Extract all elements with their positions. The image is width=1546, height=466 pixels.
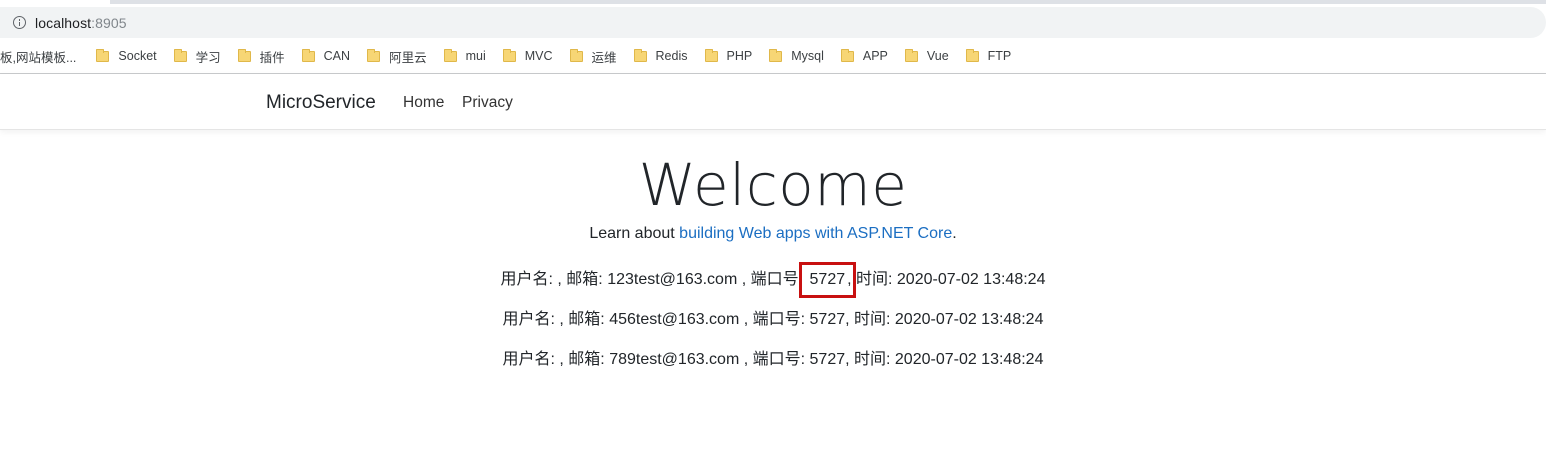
row-port: 5727 — [809, 311, 846, 328]
url-port: :8905 — [91, 14, 127, 31]
bookmark-folder-mui[interactable]: mui — [443, 48, 486, 63]
row-port: 5727 — [809, 351, 846, 368]
row-prefix: 用户名: , 邮箱: 123test@163.com , 端口号: — [500, 271, 808, 288]
bookmark-label: APP — [862, 49, 888, 63]
url-host: localhost — [35, 14, 92, 31]
row-suffix: , 时间: 2020-07-02 13:48:24 — [845, 351, 1044, 368]
bookmark-folder-can[interactable]: CAN — [301, 48, 351, 63]
url-text[interactable]: localhost:8905 — [35, 15, 127, 31]
bookmark-label: Socket — [118, 49, 157, 63]
bookmark-folder-ops[interactable]: 运维 — [569, 47, 617, 66]
folder-icon — [367, 48, 381, 62]
bookmark-folder-app[interactable]: APP — [840, 48, 888, 63]
folder-icon — [502, 48, 516, 62]
folder-icon — [96, 48, 110, 62]
row-prefix: 用户名: , 邮箱: 789test@163.com , 端口号: — [502, 351, 810, 368]
user-info-row: 用户名: , 邮箱: 123test@163.com , 端口号: 5727, … — [0, 262, 1546, 298]
browser-tab-strip — [0, 0, 1546, 7]
folder-icon — [569, 48, 583, 62]
row-suffix: , 时间: 2020-07-02 13:48:24 — [847, 271, 1046, 288]
learn-suffix: . — [952, 225, 957, 242]
row-prefix: 用户名: , 邮箱: 456test@163.com , 端口号: — [502, 311, 810, 328]
folder-icon — [237, 48, 251, 62]
aspnet-docs-link[interactable]: building Web apps with ASP.NET Core — [679, 225, 952, 242]
bookmark-label: 插件 — [259, 50, 285, 65]
bookmark-label: FTP — [987, 49, 1012, 63]
site-navbar: MicroService Home Privacy — [0, 74, 1546, 130]
tab-edge — [110, 0, 1546, 4]
bookmark-folder-php[interactable]: PHP — [704, 48, 753, 63]
bookmark-label: PHP — [726, 49, 753, 63]
address-bar[interactable]: localhost:8905 — [0, 7, 1546, 38]
bookmark-label: MVC — [524, 49, 553, 63]
bookmarks-bar: 板,网站模板... Socket 学习 插件 CAN 阿里云 mui MVC 运… — [0, 41, 1546, 71]
bookmark-folder-mvc[interactable]: MVC — [502, 48, 553, 63]
info-icon[interactable] — [13, 16, 26, 29]
bookmark-folder-study[interactable]: 学习 — [173, 47, 221, 66]
nav-link-privacy[interactable]: Privacy — [462, 94, 513, 112]
bookmark-folder-redis[interactable]: Redis — [633, 48, 688, 63]
folder-icon — [173, 48, 187, 62]
user-info-row: 用户名: , 邮箱: 789test@163.com , 端口号: 5727, … — [0, 345, 1546, 369]
bookmark-label: 运维 — [591, 50, 617, 65]
folder-icon — [704, 48, 718, 62]
folder-icon — [301, 48, 315, 62]
port-highlight: 5727 — [798, 262, 857, 298]
bookmark-label: 阿里云 — [389, 50, 427, 65]
nav-link-home[interactable]: Home — [403, 94, 444, 112]
bookmark-folder-aliyun[interactable]: 阿里云 — [367, 47, 427, 66]
bookmark-label: 学习 — [195, 50, 221, 65]
row-suffix: , 时间: 2020-07-02 13:48:24 — [845, 311, 1044, 328]
bookmark-label: Mysql — [791, 49, 824, 63]
learn-prefix: Learn about — [589, 225, 680, 242]
bookmark-label: Redis — [655, 49, 688, 63]
folder-icon — [769, 48, 783, 62]
folder-icon — [840, 48, 854, 62]
folder-icon — [633, 48, 647, 62]
bookmark-folder-vue[interactable]: Vue — [904, 48, 949, 63]
navbar-brand[interactable]: MicroService — [266, 92, 376, 114]
omnibox[interactable]: localhost:8905 — [0, 7, 1546, 38]
page-title: Welcome — [638, 151, 908, 219]
bookmark-folder-mysql[interactable]: Mysql — [769, 48, 824, 63]
folder-icon — [904, 48, 918, 62]
bookmark-item[interactable]: 板,网站模板... — [0, 47, 76, 66]
bookmark-folder-plugins[interactable]: 插件 — [237, 47, 285, 66]
bookmark-label: Vue — [926, 49, 949, 63]
bookmark-folder-socket[interactable]: Socket — [96, 48, 157, 63]
folder-icon — [965, 48, 979, 62]
bookmark-label: 板,网站模板... — [0, 50, 77, 65]
folder-icon — [443, 48, 457, 62]
bookmark-label: mui — [465, 49, 486, 63]
bookmark-folder-ftp[interactable]: FTP — [965, 48, 1012, 63]
user-info-row: 用户名: , 邮箱: 456test@163.com , 端口号: 5727, … — [0, 305, 1546, 329]
learn-about-text: Learn about building Web apps with ASP.N… — [0, 225, 1546, 243]
bookmark-label: CAN — [323, 49, 351, 63]
